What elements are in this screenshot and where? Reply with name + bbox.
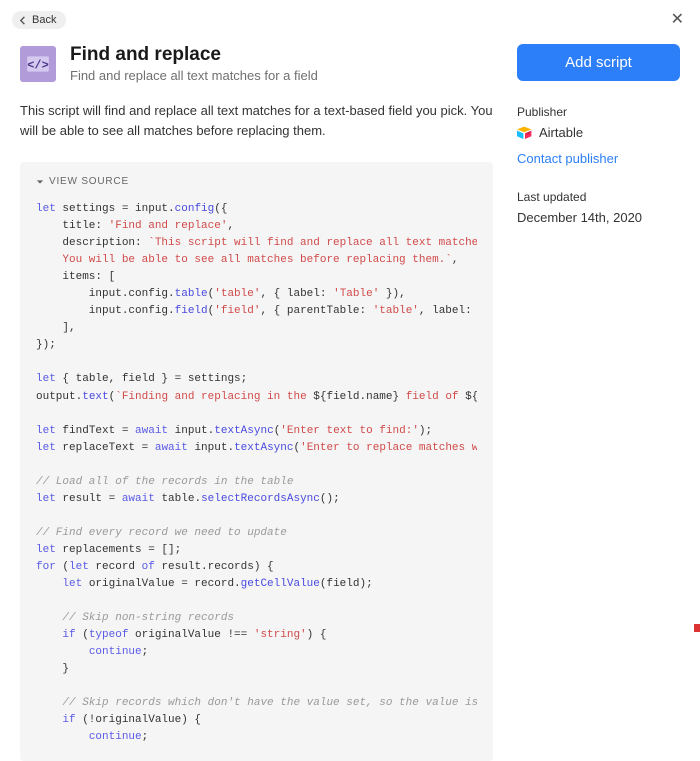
publisher-label: Publisher [517,105,680,119]
scrollbar-indicator[interactable] [694,624,700,632]
arrow-left-icon [19,16,28,25]
close-icon: ✕ [671,11,684,28]
page-subtitle: Find and replace all text matches for a … [70,68,318,83]
view-source-label: VIEW SOURCE [49,176,129,187]
add-script-button[interactable]: Add script [517,44,680,81]
chevron-down-icon [36,178,44,186]
script-icon: </> [20,46,56,82]
airtable-logo-icon [517,126,533,140]
back-label: Back [32,14,56,26]
script-description: This script will find and replace all te… [20,101,493,140]
last-updated-value: December 14th, 2020 [517,210,680,225]
svg-text:</>: </> [27,58,48,72]
contact-publisher-link[interactable]: Contact publisher [517,151,618,166]
back-button[interactable]: Back [12,11,66,29]
publisher-name: Airtable [539,125,583,140]
page-title: Find and replace [70,44,318,66]
view-source-toggle[interactable]: VIEW SOURCE [36,176,129,187]
last-updated-label: Last updated [517,190,680,204]
publisher-row: Airtable [517,125,680,140]
code-block: VIEW SOURCE let settings = input.config(… [20,162,493,761]
source-code: let settings = input.config({ title: 'Fi… [36,201,477,747]
sidebar: Add script Publisher Airtable Contact pu… [517,44,680,761]
close-button[interactable]: ✕ [667,8,688,32]
main-content: </> Find and replace Find and replace al… [20,44,493,761]
